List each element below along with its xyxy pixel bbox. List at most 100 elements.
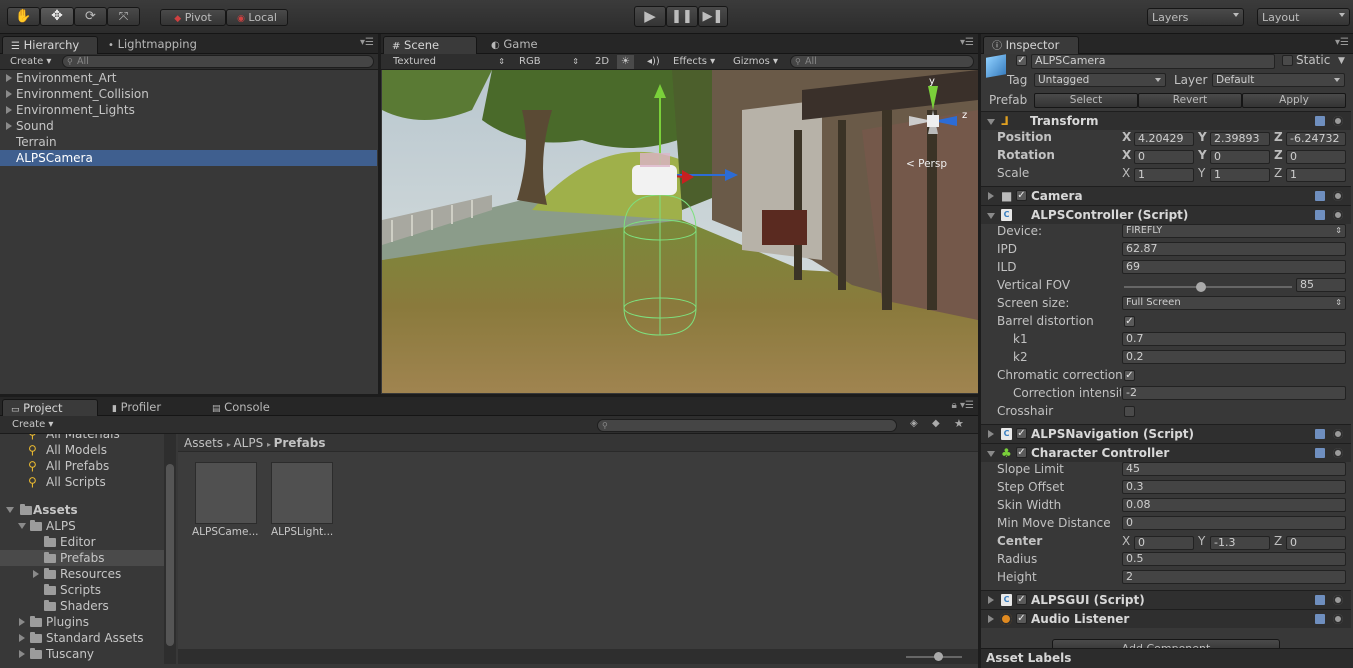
asset-name[interactable]: ALPSCame... xyxy=(192,526,259,538)
hierarchy-item[interactable]: ALPSCamera xyxy=(0,150,377,166)
lighting-toggle[interactable]: ☀ xyxy=(617,55,634,69)
alps-navigation-header[interactable]: C ✓ ALPSNavigation (Script) xyxy=(981,424,1351,443)
character-controller-header[interactable]: ♣ ✓ Character Controller xyxy=(981,443,1351,462)
scene-search-input[interactable]: ⚲ All xyxy=(790,55,974,68)
camera-enabled-checkbox[interactable]: ✓ xyxy=(1016,190,1027,201)
hierarchy-create-button[interactable]: Create ▾ xyxy=(6,55,55,69)
step-input[interactable]: 0.3 xyxy=(1122,480,1346,494)
gui-enabled-checkbox[interactable]: ✓ xyxy=(1016,594,1027,605)
favorite-star-icon[interactable]: ★ xyxy=(954,417,964,430)
layer-dropdown[interactable]: Default xyxy=(1212,73,1345,87)
vector-component-input[interactable]: 1 xyxy=(1210,168,1270,182)
alps-gui-header[interactable]: C ✓ ALPSGUI (Script) xyxy=(981,590,1351,609)
gear-icon[interactable] xyxy=(1333,614,1343,624)
prefab-select-button[interactable]: Select xyxy=(1034,93,1138,108)
navigation-enabled-checkbox[interactable]: ✓ xyxy=(1016,428,1027,439)
scene-menu-icon[interactable]: ▾☰ xyxy=(960,37,974,48)
alps-controller-header[interactable]: C ALPSController (Script) xyxy=(981,205,1351,224)
asset-thumbnail[interactable] xyxy=(195,462,257,524)
vector-component-input[interactable]: -1.3 xyxy=(1210,536,1270,550)
asset-labels-bar[interactable]: Asset Labels xyxy=(981,648,1353,668)
rotate-tool-button[interactable]: ⟳ xyxy=(74,7,107,26)
k2-input[interactable]: 0.2 xyxy=(1122,350,1346,364)
hierarchy-item[interactable]: Environment_Collision xyxy=(0,86,377,102)
vector-component-input[interactable]: 1 xyxy=(1286,168,1346,182)
filter-label-icon[interactable]: ◆ xyxy=(932,418,940,429)
slope-input[interactable]: 45 xyxy=(1122,462,1346,476)
minmove-input[interactable]: 0 xyxy=(1122,516,1346,530)
chromatic-checkbox[interactable]: ✓ xyxy=(1124,370,1135,381)
persp-label[interactable]: < Persp xyxy=(906,158,947,170)
tag-dropdown[interactable]: Untagged xyxy=(1034,73,1166,87)
correction-input[interactable]: -2 xyxy=(1122,386,1346,400)
vector-component-input[interactable]: 0 xyxy=(1286,150,1346,164)
vector-component-input[interactable]: 1 xyxy=(1134,168,1194,182)
panel-menu-icon[interactable]: ▾☰ xyxy=(360,37,374,48)
object-name-input[interactable]: ALPSCamera xyxy=(1031,54,1275,69)
height-input[interactable]: 2 xyxy=(1122,570,1346,584)
transform-header[interactable]: ⅃ Transform xyxy=(981,111,1351,130)
gizmos-dropdown[interactable]: Gizmos ▾ xyxy=(729,55,782,69)
radius-input[interactable]: 0.5 xyxy=(1122,552,1346,566)
gear-icon[interactable] xyxy=(1333,429,1343,439)
play-button[interactable]: ▶ xyxy=(634,6,666,27)
asset-thumbnail[interactable] xyxy=(271,462,333,524)
tab-console[interactable]: ▤ Console xyxy=(204,399,278,417)
tab-hierarchy[interactable]: ☰ Hierarchy xyxy=(2,36,98,54)
static-checkbox[interactable] xyxy=(1282,55,1293,66)
hierarchy-item[interactable]: Sound xyxy=(0,118,377,134)
pause-button[interactable]: ❚❚ xyxy=(666,6,698,27)
gear-icon[interactable] xyxy=(1333,116,1343,126)
tree-scrollbar[interactable] xyxy=(164,434,176,664)
help-book-icon[interactable] xyxy=(1315,116,1325,126)
expand-arrow-icon[interactable] xyxy=(6,74,12,82)
tab-project[interactable]: ▭ Project xyxy=(2,399,98,417)
hierarchy-item[interactable]: Environment_Art xyxy=(0,70,377,86)
vector-component-input[interactable]: 2.39893 xyxy=(1210,132,1270,146)
cc-enabled-checkbox[interactable]: ✓ xyxy=(1016,447,1027,458)
help-book-icon[interactable] xyxy=(1315,210,1325,220)
tab-profiler[interactable]: ▮ Profiler xyxy=(104,399,169,417)
breadcrumb-prefabs[interactable]: Prefabs xyxy=(274,436,326,450)
help-book-icon[interactable] xyxy=(1315,595,1325,605)
help-book-icon[interactable] xyxy=(1315,448,1325,458)
tab-inspector[interactable]: ⓘ Inspector xyxy=(983,36,1079,54)
gear-icon[interactable] xyxy=(1333,210,1343,220)
gear-icon[interactable] xyxy=(1333,191,1343,201)
skin-input[interactable]: 0.08 xyxy=(1122,498,1346,512)
audio-toggle[interactable]: ◂)) xyxy=(643,55,664,69)
expand-arrow-icon[interactable] xyxy=(6,90,12,98)
ild-input[interactable]: 69 xyxy=(1122,260,1346,274)
lock-icon[interactable]: 🔒︎ ▾☰ xyxy=(952,400,974,411)
expand-arrow-icon[interactable] xyxy=(6,122,12,130)
tab-game[interactable]: ◐ Game xyxy=(483,36,546,54)
step-button[interactable]: ▶❚ xyxy=(698,6,728,27)
audio-enabled-checkbox[interactable]: ✓ xyxy=(1016,613,1027,624)
rgb-dropdown[interactable]: RGB ⇕ xyxy=(515,55,581,69)
breadcrumb-assets[interactable]: Assets xyxy=(184,436,223,450)
mode-2d-toggle[interactable]: 2D xyxy=(591,55,613,69)
move-tool-button[interactable]: ✥ xyxy=(40,7,74,26)
hierarchy-item[interactable]: Terrain xyxy=(0,134,377,150)
active-checkbox[interactable]: ✓ xyxy=(1016,55,1027,66)
help-book-icon[interactable] xyxy=(1315,191,1325,201)
effects-dropdown[interactable]: Effects ▾ xyxy=(669,55,719,69)
hand-tool-button[interactable]: ✋ xyxy=(7,7,40,26)
static-dropdown-icon[interactable]: ▼ xyxy=(1338,56,1345,66)
vector-component-input[interactable]: 4.20429 xyxy=(1134,132,1194,146)
camera-header[interactable]: ■ ✓ Camera xyxy=(981,186,1351,205)
fov-slider-track[interactable] xyxy=(1124,282,1292,292)
asset-name[interactable]: ALPSLight... xyxy=(271,526,333,538)
inspector-menu-icon[interactable]: ▾☰ xyxy=(1335,37,1349,48)
layers-dropdown[interactable]: Layers xyxy=(1147,8,1244,26)
vector-component-input[interactable]: 0 xyxy=(1210,150,1270,164)
audio-listener-header[interactable]: ✓ Audio Listener xyxy=(981,609,1351,628)
device-dropdown[interactable]: FIREFLY ⇕ xyxy=(1122,224,1346,238)
gear-icon[interactable] xyxy=(1333,448,1343,458)
local-toggle[interactable]: ◉ Local xyxy=(226,9,288,26)
pivot-toggle[interactable]: ◆ Pivot xyxy=(160,9,226,26)
crosshair-checkbox[interactable] xyxy=(1124,406,1135,417)
project-create-button[interactable]: Create ▾ xyxy=(8,418,57,432)
fov-input[interactable]: 85 xyxy=(1296,278,1346,292)
tab-scene[interactable]: # Scene xyxy=(383,36,477,54)
